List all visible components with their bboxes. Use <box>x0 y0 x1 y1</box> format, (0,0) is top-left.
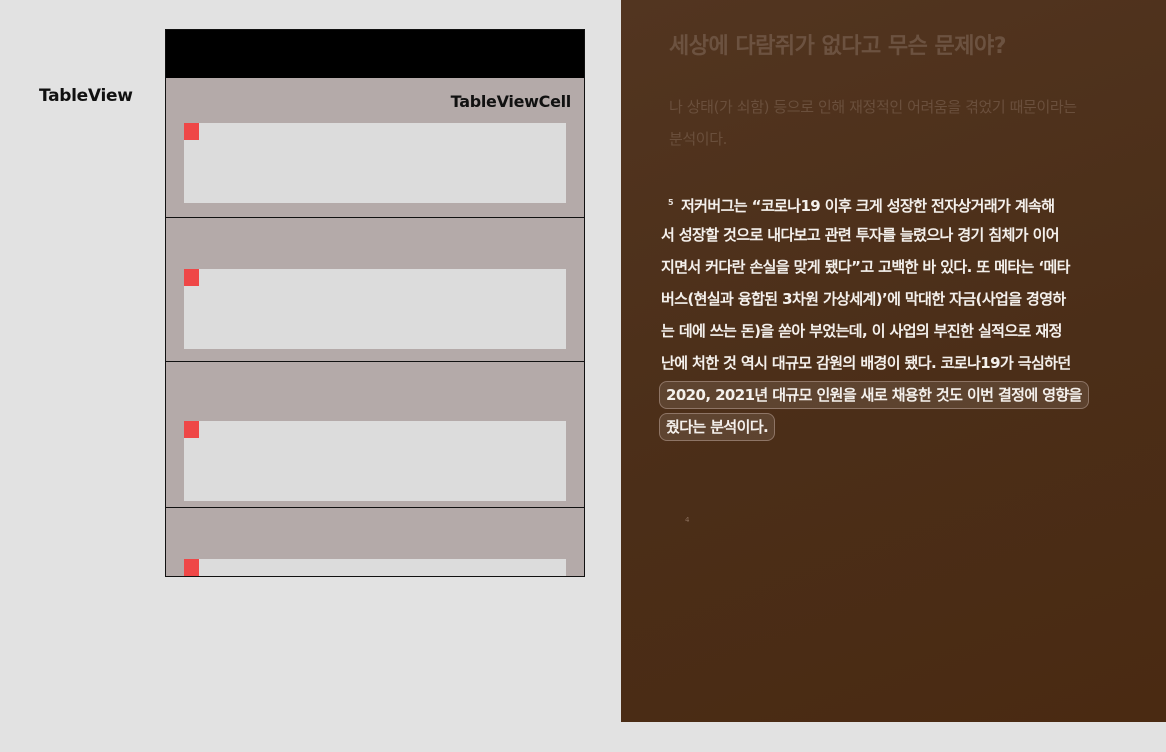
footnote-number: 5 <box>668 198 674 207</box>
cell-content-view <box>184 269 566 349</box>
table-cell[interactable] <box>166 217 584 361</box>
paragraph-line: 5 저커버그는 “코로나19 이후 크게 성장한 전자상거래가 계속해 <box>661 187 1151 219</box>
table-view: TableViewCell <box>165 29 585 577</box>
cell-content-view <box>184 559 566 576</box>
faded-text-line: 나 상태(가 쇠함) 등으로 인해 재정적인 어려움을 겪었기 때문이라는 <box>669 98 1077 116</box>
paragraph-line: 2020, 2021년 대규모 인원을 새로 채용한 것도 이번 결정에 영향을 <box>659 379 1151 411</box>
paragraph-line: 서 성장할 것으로 내다보고 관련 투자를 늘렸으나 경기 침체가 이어 <box>661 226 1060 244</box>
table-cell[interactable] <box>166 507 584 576</box>
table-cell[interactable] <box>166 361 584 507</box>
table-cell-label: TableViewCell <box>450 92 572 111</box>
article-paragraph: 5 저커버그는 “코로나19 이후 크게 성장한 전자상거래가 계속해 서 성장할… <box>659 187 1151 443</box>
article-panel: 세상에 다람쥐가 없다고 무슨 문제야? 나 상태(가 쇠함) 등으로 인해 재… <box>621 0 1166 722</box>
table-cell[interactable]: TableViewCell <box>166 78 584 217</box>
table-header-bar <box>166 30 584 78</box>
paragraph-text: 저커버그는 “코로나19 이후 크게 성장한 전자상거래가 계속해 <box>680 197 1055 215</box>
tableview-label: TableView <box>39 86 133 106</box>
red-marker <box>184 559 199 576</box>
highlighted-text[interactable]: 줬다는 분석이다. <box>659 413 776 441</box>
paragraph-line: 줬다는 분석이다. <box>659 411 1151 443</box>
red-marker <box>184 269 199 286</box>
faded-text-line: 분석이다. <box>669 130 727 148</box>
article-title: 세상에 다람쥐가 없다고 무슨 문제야? <box>669 34 1007 59</box>
paragraph-line: 는 데에 쓰는 돈)을 쏟아 부었는데, 이 사업의 부진한 실적으로 재정 <box>661 322 1062 340</box>
paragraph-line: 버스(현실과 융합된 3차원 가상세계)’에 막대한 자금(사업을 경영하 <box>661 290 1066 308</box>
red-marker <box>184 123 199 140</box>
cell-content-view <box>184 421 566 501</box>
small-footnote-mark: 4 <box>685 516 690 524</box>
highlighted-text[interactable]: 2020, 2021년 대규모 인원을 새로 채용한 것도 이번 결정에 영향을 <box>659 381 1089 409</box>
red-marker <box>184 421 199 438</box>
paragraph-line: 난에 처한 것 역시 대규모 감원의 배경이 됐다. 코로나19가 극심하던 <box>661 354 1071 372</box>
paragraph-line: 지면서 커다란 손실을 맞게 됐다”고 고백한 바 있다. 또 메타는 ‘메타 <box>661 258 1070 276</box>
cell-content-view <box>184 123 566 203</box>
